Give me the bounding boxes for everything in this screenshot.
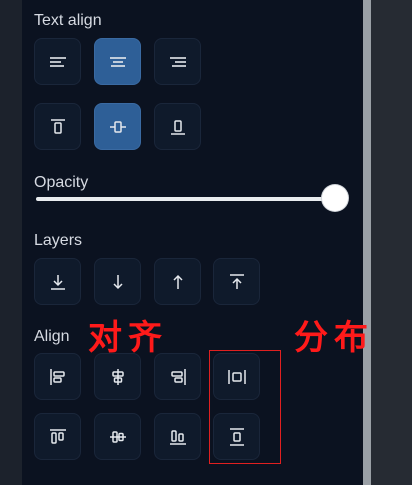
- vertical-align-bottom-button[interactable]: [154, 103, 201, 150]
- opacity-label: Opacity: [34, 174, 89, 191]
- bring-to-front-icon: [229, 273, 244, 289]
- vertical-align-middle-icon: [109, 120, 126, 133]
- align-left-button[interactable]: [34, 38, 81, 85]
- align-vertical-centers-button[interactable]: [94, 413, 141, 460]
- align-left-edges-icon: [49, 368, 65, 385]
- send-to-back-button[interactable]: [34, 258, 81, 305]
- align-left-icon: [49, 56, 66, 67]
- bring-forward-button[interactable]: [154, 258, 201, 305]
- align-top-edges-icon: [49, 428, 66, 444]
- send-to-back-icon: [50, 274, 65, 290]
- send-backward-button[interactable]: [94, 258, 141, 305]
- align-right-button[interactable]: [154, 38, 201, 85]
- vertical-align-middle-button[interactable]: [94, 103, 141, 150]
- align-right-icon: [169, 56, 186, 67]
- vertical-align-top-icon: [50, 118, 65, 134]
- vertical-align-bottom-icon: [170, 119, 185, 135]
- distribute-annotation: 分布: [294, 318, 374, 358]
- align-center-icon: [109, 56, 126, 67]
- align-right-edges-button[interactable]: [154, 353, 201, 400]
- align-top-edges-button[interactable]: [34, 413, 81, 460]
- layers-label: Layers: [34, 232, 83, 249]
- align-label: Align: [34, 328, 70, 345]
- align-bottom-edges-icon: [169, 429, 186, 445]
- opacity-slider-track[interactable]: [36, 197, 336, 201]
- bring-forward-icon: [172, 274, 183, 289]
- scrollbar[interactable]: [363, 0, 371, 485]
- text-align-label: Text align: [34, 12, 102, 29]
- distribute-highlight-box: [209, 350, 281, 464]
- align-right-edges-icon: [170, 368, 186, 385]
- vertical-align-top-button[interactable]: [34, 103, 81, 150]
- opacity-slider-thumb[interactable]: [322, 185, 348, 211]
- align-left-edges-button[interactable]: [34, 353, 81, 400]
- right-pane: [371, 0, 412, 485]
- align-vertical-centers-icon: [109, 430, 126, 443]
- bring-to-front-button[interactable]: [213, 258, 260, 305]
- align-annotation: 对齐: [88, 318, 168, 358]
- align-horizontal-centers-icon: [111, 368, 124, 385]
- left-strip: [0, 0, 22, 485]
- align-horizontal-centers-button[interactable]: [94, 353, 141, 400]
- align-center-button[interactable]: [94, 38, 141, 85]
- align-bottom-edges-button[interactable]: [154, 413, 201, 460]
- send-backward-icon: [112, 274, 123, 289]
